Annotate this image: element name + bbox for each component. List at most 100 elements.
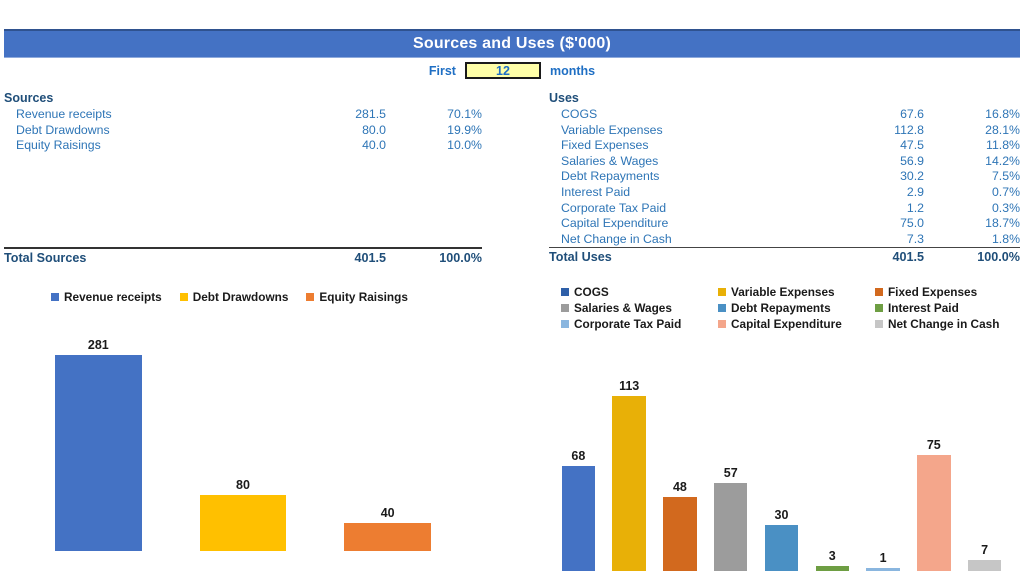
legend-label: Capital Expenditure xyxy=(730,317,842,331)
row-value: 30.2 xyxy=(900,169,924,184)
sources-spacers xyxy=(4,154,482,248)
table-row: Revenue receipts 281.5 70.1% xyxy=(4,107,482,123)
bar-rect[interactable] xyxy=(866,568,900,571)
table-spacer xyxy=(4,216,482,232)
legend-label: Debt Drawdowns xyxy=(192,290,289,304)
sources-chart-plot: 281 80 40 xyxy=(4,313,482,551)
bar-rect[interactable] xyxy=(967,560,1002,571)
bar-column[interactable]: 30 xyxy=(764,508,799,571)
legend-label: Debt Repayments xyxy=(730,301,831,315)
months-input[interactable]: 12 xyxy=(464,62,541,79)
legend-item[interactable]: Salaries & Wages xyxy=(561,300,718,316)
table-spacer xyxy=(4,232,482,248)
row-value: 56.9 xyxy=(900,153,924,168)
bar-rect[interactable] xyxy=(199,495,287,551)
bar-rect[interactable] xyxy=(54,355,142,551)
bar-rect[interactable] xyxy=(815,566,850,571)
bar-rect[interactable] xyxy=(663,497,697,571)
uses-heading: Uses xyxy=(549,91,579,105)
period-selector: First 12 months xyxy=(0,62,1024,79)
legend-label: Fixed Expenses xyxy=(887,285,978,299)
row-label: Fixed Expenses xyxy=(561,138,649,153)
uses-total-row: Total Uses 401.5 100.0% xyxy=(549,248,1020,266)
bar-rect[interactable] xyxy=(344,523,432,551)
row-percent: 11.8% xyxy=(986,138,1020,153)
legend-swatch-icon xyxy=(306,293,315,301)
legend-item[interactable]: Interest Paid xyxy=(874,300,1024,316)
bar-column[interactable]: 281 xyxy=(54,338,142,551)
uses-panel: Uses COGS 67.6 16.8% Variable Expenses 112.8… xyxy=(549,90,1020,266)
period-prefix-label: First xyxy=(428,63,456,78)
row-percent: 7.5% xyxy=(991,169,1020,184)
bar-column[interactable]: 48 xyxy=(663,481,697,571)
table-row: Interest Paid 2.9 0.7% xyxy=(549,185,1020,201)
legend-item[interactable]: Equity Raisings xyxy=(306,289,408,305)
table-row: COGS 67.6 16.8% xyxy=(549,107,1020,123)
bar-rect[interactable] xyxy=(612,396,646,571)
table-row: Variable Expenses 112.8 28.1% xyxy=(549,123,1020,139)
legend-item[interactable]: Capital Expenditure xyxy=(717,316,875,332)
legend-swatch-icon xyxy=(51,293,59,301)
bar-column[interactable]: 113 xyxy=(612,380,646,571)
legend-item[interactable]: Corporate Tax Paid xyxy=(561,316,718,332)
legend-item[interactable]: Debt Repayments xyxy=(717,300,875,316)
bar-column[interactable]: 40 xyxy=(344,507,432,551)
row-value: 112.8 xyxy=(894,122,924,137)
legend-swatch-icon xyxy=(561,288,569,296)
row-percent: 10.0% xyxy=(447,138,482,153)
bar-column[interactable]: 7 xyxy=(967,543,1002,571)
row-value: 40.0 xyxy=(362,138,386,153)
bar-value-label: 1 xyxy=(879,551,887,565)
sources-chart-legend: Revenue receipts Debt Drawdowns Equity Rai… xyxy=(4,286,482,305)
bar-rect[interactable] xyxy=(764,525,799,571)
row-label: Equity Raisings xyxy=(16,138,101,153)
bar-column[interactable]: 57 xyxy=(713,466,748,571)
legend-item[interactable]: Debt Drawdowns xyxy=(179,289,289,305)
row-percent: 0.3% xyxy=(991,200,1020,215)
table-row: Fixed Expenses 47.5 11.8% xyxy=(549,138,1020,154)
bar-column[interactable]: 75 xyxy=(917,439,951,571)
legend-swatch-icon xyxy=(717,320,726,328)
legend-swatch-icon xyxy=(179,293,188,301)
bar-column[interactable]: 1 xyxy=(866,552,900,571)
bar-value-label: 3 xyxy=(828,549,836,563)
bar-value-label: 80 xyxy=(236,478,250,492)
legend-swatch-icon xyxy=(717,304,726,312)
bar-column[interactable]: 68 xyxy=(561,450,596,571)
bar-value-label: 281 xyxy=(87,338,109,352)
legend-item[interactable]: COGS xyxy=(561,284,718,300)
row-percent: 14.2% xyxy=(985,153,1020,168)
sources-rows: Revenue receipts 281.5 70.1% Debt Drawdowns… xyxy=(4,107,482,154)
sources-total-label: Total Sources xyxy=(4,251,87,266)
bar-rect[interactable] xyxy=(561,466,596,571)
bar-column[interactable]: 3 xyxy=(815,549,850,571)
period-suffix-label: months xyxy=(549,63,596,78)
bar-rect[interactable] xyxy=(917,455,951,571)
row-label: Interest Paid xyxy=(561,184,631,199)
row-percent: 16.8% xyxy=(985,107,1020,121)
legend-item[interactable]: Fixed Expenses xyxy=(874,284,1024,300)
legend-swatch-icon xyxy=(874,304,883,312)
row-label: Net Change in Cash xyxy=(561,231,672,246)
row-label: Capital Expenditure xyxy=(561,216,669,231)
bar-value-label: 57 xyxy=(723,466,738,480)
legend-label: COGS xyxy=(574,285,609,299)
row-percent: 19.9% xyxy=(447,122,482,137)
uses-total-pct: 100.0% xyxy=(977,250,1020,265)
legend-item[interactable]: Variable Expenses xyxy=(717,284,875,300)
legend-item[interactable]: Net Change in Cash xyxy=(874,316,1024,332)
table-row: Corporate Tax Paid 1.2 0.3% xyxy=(549,201,1020,217)
table-row: Salaries & Wages 56.9 14.2% xyxy=(549,154,1020,170)
sources-panel: Sources Revenue receipts 281.5 70.1% Debt D… xyxy=(4,90,482,267)
table-row: Equity Raisings 40.0 10.0% xyxy=(4,138,482,154)
legend-item[interactable]: Revenue receipts xyxy=(51,289,162,305)
legend-swatch-icon xyxy=(561,304,569,312)
bar-rect[interactable] xyxy=(713,483,748,571)
bar-value-label: 7 xyxy=(981,543,989,557)
bar-column[interactable]: 80 xyxy=(199,478,287,551)
bar-value-label: 30 xyxy=(774,508,789,522)
legend-label: Interest Paid xyxy=(887,301,959,315)
legend-label: Revenue receipts xyxy=(64,290,162,304)
row-label: Salaries & Wages xyxy=(561,153,659,168)
legend-swatch-icon xyxy=(874,320,883,328)
